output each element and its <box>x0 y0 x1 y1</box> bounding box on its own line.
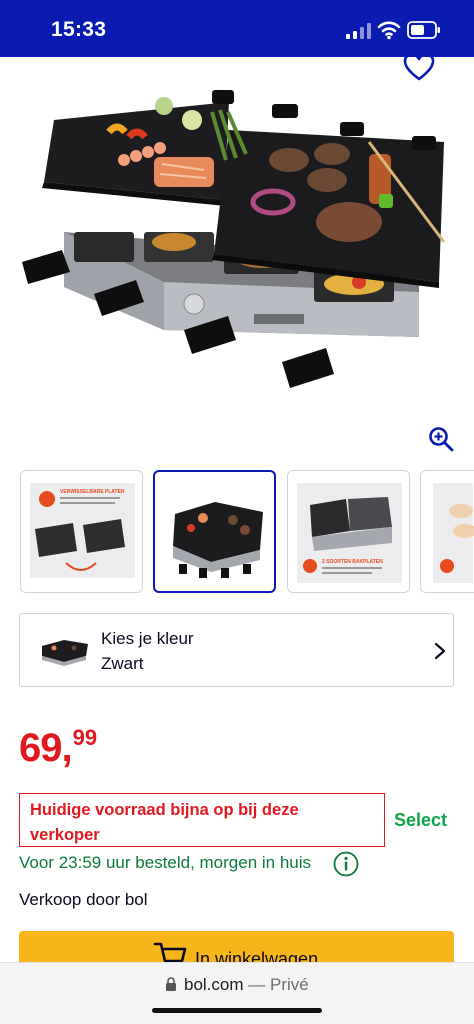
color-label: Kies je kleur <box>101 629 194 648</box>
thumbnail-1-caption: VERWISSELBARE PLATEN <box>60 489 125 495</box>
temperature-knob <box>183 293 205 315</box>
seller-text: Verkoop door bol <box>19 890 148 909</box>
thumbnail-3[interactable]: 2 SOORTEN BAKPLATEN <box>287 470 410 593</box>
price-decimals: 99 <box>72 725 98 750</box>
zoom-in-icon[interactable] <box>428 426 454 452</box>
color-value: Zwart <box>101 654 144 673</box>
thumbnail-3-caption: 2 SOORTEN BAKPLATEN <box>322 559 383 565</box>
thumbnail-4-image <box>433 483 474 583</box>
thumbnail-strip[interactable]: VERWISSELBARE PLATEN 2 SOORTEN BAKPLATEN <box>0 470 474 594</box>
select-link[interactable]: Select <box>394 810 447 831</box>
chevron-right-icon <box>434 642 446 660</box>
home-indicator[interactable] <box>152 1008 322 1013</box>
info-icon[interactable] <box>333 851 359 877</box>
thumbnail-1[interactable]: VERWISSELBARE PLATEN <box>20 470 143 593</box>
url-domain: bol.com <box>184 975 244 994</box>
thumbnail-2-image <box>173 502 263 578</box>
browser-url[interactable]: bol.com — Privé <box>184 975 309 995</box>
delivery-text: Voor 23:59 uur besteld, morgen in huis <box>19 853 312 872</box>
status-time: 15:33 <box>51 18 107 41</box>
color-selector[interactable]: Kies je kleur Zwart <box>19 613 454 687</box>
status-bar: 15:33 <box>0 0 474 57</box>
url-separator: — <box>243 975 270 994</box>
heart-icon[interactable] <box>402 52 436 82</box>
url-mode: Privé <box>269 975 309 994</box>
stock-notice-line2: verkoper <box>30 826 100 844</box>
price-whole: 69, <box>19 726 73 770</box>
thumbnail-3-image: 2 SOORTEN BAKPLATEN <box>297 483 402 583</box>
browser-url-bar[interactable]: bol.com — Privé <box>0 962 474 1024</box>
thumbnail-1-image: VERWISSELBARE PLATEN <box>30 483 135 578</box>
color-thumbnail <box>42 640 88 666</box>
product-price: 69,99 <box>19 725 98 771</box>
lock-icon <box>166 977 176 991</box>
product-image[interactable] <box>14 82 460 410</box>
signal-icon <box>346 23 371 39</box>
wifi-icon <box>377 21 401 40</box>
thumbnail-2[interactable] <box>153 470 276 593</box>
stock-notice: Huidige voorraad bijna op bij deze verko… <box>19 793 385 847</box>
thumbnail-4[interactable] <box>420 470 474 593</box>
stock-notice-line1: Huidige voorraad bijna op bij deze <box>30 801 299 819</box>
battery-icon <box>407 21 440 39</box>
